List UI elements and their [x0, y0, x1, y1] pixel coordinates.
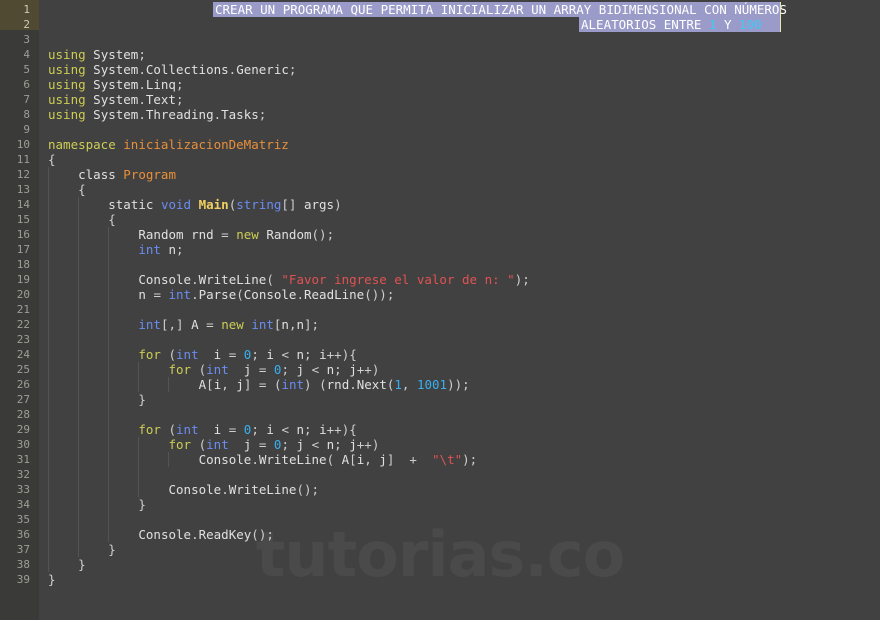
code-line[interactable]: static void Main(string[] args): [48, 197, 341, 212]
line-number-gutter[interactable]: 1 2 3 4 5 6 7 8 9 10 11 12 13 14 15 16 17 18 19 20 21 22 23 24 2…: [0, 0, 39, 620]
line-number: 15: [16, 213, 30, 226]
code-line[interactable]: n = int.Parse(Console.ReadLine());: [48, 287, 394, 302]
line-number: 9: [23, 123, 30, 136]
line-number: 24: [16, 348, 30, 361]
code-line[interactable]: class Program: [48, 167, 176, 182]
line-number: 28: [16, 408, 30, 421]
line-number: 8: [23, 108, 30, 121]
line-number: 35: [16, 513, 30, 526]
line-number: 21: [16, 303, 30, 316]
line-number: 7: [23, 93, 30, 106]
code-line[interactable]: }: [48, 572, 56, 587]
line-number: 22: [16, 318, 30, 331]
line-number: 14: [16, 198, 30, 211]
line-number: 17: [16, 243, 30, 256]
line-number: 34: [16, 498, 30, 511]
line-number: 11: [16, 153, 30, 166]
code-line[interactable]: Console.WriteLine( A[i, j] + "\t");: [48, 452, 478, 467]
line-number: 1: [23, 3, 30, 16]
header-line2-prefix: ALEATORIOS ENTRE: [581, 17, 709, 32]
code-line[interactable]: Console.WriteLine();: [48, 482, 320, 497]
line-number: 25: [16, 363, 30, 376]
code-line[interactable]: A[i, j] = (int) (rnd.Next(1, 1001));: [48, 377, 470, 392]
header-line2-separator: Y: [716, 17, 740, 32]
code-line[interactable]: for (int i = 0; i < n; i++){: [48, 347, 356, 362]
line-number: 32: [16, 468, 30, 481]
line-number: 3: [23, 33, 30, 46]
header-line2-max-value: 100: [739, 17, 762, 32]
line-number: 38: [16, 558, 30, 571]
line-number: 31: [16, 453, 30, 466]
code-editor[interactable]: tutorias.co using System; using System.Co…: [0, 0, 880, 620]
line-number: 36: [16, 528, 30, 541]
text-caret: [780, 2, 781, 32]
header-selected-text-line-2: ALEATORIOS ENTRE 1 Y 100: [581, 17, 762, 32]
line-number: 37: [16, 543, 30, 556]
code-line[interactable]: using System.Threading.Tasks;: [48, 107, 266, 122]
line-number: 30: [16, 438, 30, 451]
header-selected-text-line-1: CREAR UN PROGRAMA QUE PERMITA INICIALIZA…: [215, 2, 787, 17]
code-line[interactable]: using System;: [48, 47, 146, 62]
line-number: 16: [16, 228, 30, 241]
code-line[interactable]: Random rnd = new Random();: [48, 227, 334, 242]
code-line[interactable]: using System.Text;: [48, 92, 184, 107]
code-surface[interactable]: using System; using System.Collections.Ge…: [39, 0, 880, 620]
code-line[interactable]: }: [48, 497, 146, 512]
line-number: 27: [16, 393, 30, 406]
line-number: 29: [16, 423, 30, 436]
code-line[interactable]: for (int j = 0; j < n; j++): [48, 437, 380, 452]
line-number: 19: [16, 273, 30, 286]
line-number: 26: [16, 378, 30, 391]
line-number: 2: [23, 18, 30, 31]
code-line[interactable]: using System.Collections.Generic;: [48, 62, 296, 77]
code-line[interactable]: }: [48, 392, 146, 407]
line-number: 13: [16, 183, 30, 196]
line-number: 10: [16, 138, 30, 151]
code-line[interactable]: int[,] A = new int[n,n];: [48, 317, 319, 332]
code-line[interactable]: {: [48, 182, 86, 197]
line-number: 20: [16, 288, 30, 301]
code-line[interactable]: {: [48, 212, 116, 227]
line-number: 18: [16, 258, 30, 271]
code-line[interactable]: {: [48, 152, 56, 167]
line-number: 6: [23, 78, 30, 91]
line-number: 33: [16, 483, 30, 496]
code-line[interactable]: Console.WriteLine( "Favor ingrese el val…: [48, 272, 529, 287]
line-number: 5: [23, 63, 30, 76]
line-number: 4: [23, 48, 30, 61]
line-number: 12: [16, 168, 30, 181]
line-number: 39: [16, 573, 30, 586]
code-line[interactable]: int n;: [48, 242, 183, 257]
code-line[interactable]: namespace inicializacionDeMatriz: [48, 137, 289, 152]
code-line[interactable]: }: [48, 542, 116, 557]
code-line[interactable]: for (int j = 0; j < n; j++): [48, 362, 380, 377]
code-line[interactable]: }: [48, 557, 86, 572]
line-number: 23: [16, 333, 30, 346]
code-line[interactable]: for (int i = 0; i < n; i++){: [48, 422, 356, 437]
code-line[interactable]: Console.ReadKey();: [48, 527, 274, 542]
code-line[interactable]: using System.Linq;: [48, 77, 184, 92]
